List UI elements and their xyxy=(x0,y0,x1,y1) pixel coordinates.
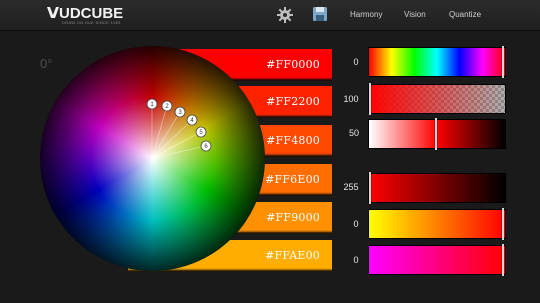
lightness-slider[interactable] xyxy=(368,118,506,150)
red-slider[interactable] xyxy=(368,172,506,204)
save-button[interactable] xyxy=(312,6,330,24)
cube-logo-icon xyxy=(47,7,59,18)
swatch-hex: #FFAE00 xyxy=(265,249,320,262)
top-bar: UDCUBE DRAW ON HUE SINCE 1983 Harmony Vi… xyxy=(0,0,540,31)
saturation-gradient xyxy=(369,85,505,113)
saturation-value: 100 xyxy=(343,94,359,104)
marker-6[interactable]: 6 xyxy=(200,140,212,152)
swatch-hex: #FF0000 xyxy=(266,58,320,71)
marker-4[interactable]: 4 xyxy=(186,114,198,126)
logo-tagline: DRAW ON HUE SINCE 1983 xyxy=(62,20,121,25)
floppy-disk-icon xyxy=(313,7,327,21)
gear-icon xyxy=(277,7,293,23)
nav-harmony[interactable]: Harmony xyxy=(350,10,382,19)
green-value: 0 xyxy=(353,219,359,229)
lightness-value: 50 xyxy=(348,128,359,138)
swatch-hex: #FF6E00 xyxy=(265,173,320,186)
saturation-slider[interactable] xyxy=(368,83,506,115)
marker-3[interactable]: 3 xyxy=(174,106,186,118)
marker-5[interactable]: 5 xyxy=(195,126,207,138)
lightness-slider-handle[interactable] xyxy=(435,118,437,150)
red-slider-handle[interactable] xyxy=(369,172,371,204)
marker-1[interactable]: 1 xyxy=(146,98,158,110)
swatch-hex: #FF9000 xyxy=(266,211,320,224)
swatch-hex: #FF4800 xyxy=(266,134,320,147)
nav-quantize[interactable]: Quantize xyxy=(449,10,481,19)
color-wheel[interactable]: 1 2 3 4 5 6 xyxy=(40,46,265,271)
red-value: 255 xyxy=(343,182,359,192)
blue-slider[interactable] xyxy=(368,244,506,276)
nav-vision[interactable]: Vision xyxy=(404,10,426,19)
green-slider-handle[interactable] xyxy=(502,208,504,240)
hue-slider[interactable] xyxy=(368,46,506,78)
saturation-slider-handle[interactable] xyxy=(369,83,371,115)
swatch-hex: #FF2200 xyxy=(266,95,320,108)
marker-2[interactable]: 2 xyxy=(161,100,173,112)
blue-value: 0 xyxy=(353,255,359,265)
blue-slider-handle[interactable] xyxy=(502,244,504,276)
harmony-markers: 1 2 3 4 5 6 xyxy=(146,98,212,159)
hue-slider-handle[interactable] xyxy=(502,46,504,78)
green-slider[interactable] xyxy=(368,208,506,240)
hue-value: 0 xyxy=(353,57,359,67)
settings-button[interactable] xyxy=(276,6,294,24)
